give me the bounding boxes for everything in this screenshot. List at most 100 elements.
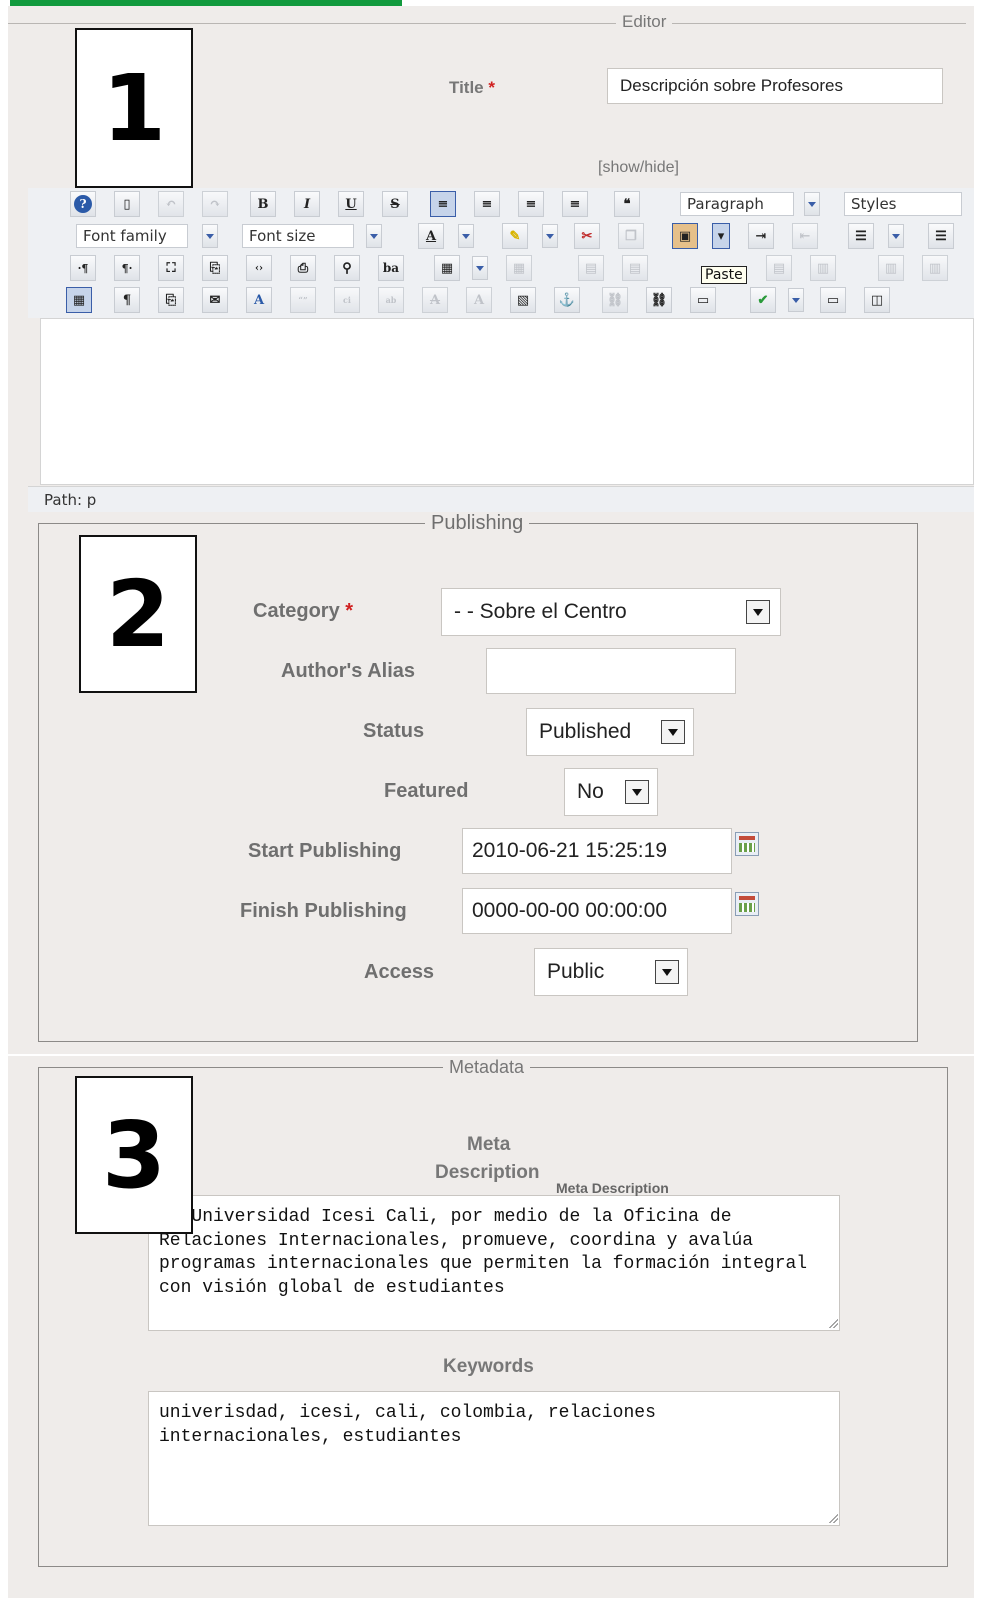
insert-table-icon[interactable]: ▦ bbox=[434, 255, 460, 281]
highlight-dropdown-arrow[interactable] bbox=[542, 224, 558, 248]
featured-select[interactable]: No bbox=[564, 768, 658, 816]
show-blocks-icon[interactable]: ¶ bbox=[114, 287, 140, 313]
keywords-resize-grip[interactable] bbox=[828, 1513, 838, 1523]
spellcheck-abc-icon[interactable]: ba bbox=[378, 255, 404, 281]
new-document-icon[interactable]: ▯ bbox=[114, 191, 140, 217]
visual-aid-icon[interactable]: ▦ bbox=[66, 287, 92, 313]
font-size-select[interactable]: Font size bbox=[242, 224, 354, 248]
hr-icon[interactable]: ▭ bbox=[820, 287, 846, 313]
insert-file-icon[interactable]: ⎘ bbox=[158, 287, 184, 313]
bold-icon[interactable]: B bbox=[250, 191, 276, 217]
print-icon[interactable]: ⎙ bbox=[290, 255, 316, 281]
italic-icon[interactable]: I bbox=[294, 191, 320, 217]
quote-icon[interactable]: “” bbox=[290, 287, 316, 313]
cite-icon[interactable]: ci bbox=[334, 287, 360, 313]
insert-link-icon[interactable]: ⛓ bbox=[646, 287, 672, 313]
delete-row-icon[interactable]: ▤ bbox=[766, 255, 792, 281]
font-color-icon[interactable]: A bbox=[418, 223, 444, 249]
meta-description-textarea[interactable]: La Universidad Icesi Cali, por medio de … bbox=[148, 1195, 840, 1331]
align-right-icon[interactable]: ≡ bbox=[562, 191, 588, 217]
section-number-3-overlay: 3 bbox=[75, 1076, 193, 1234]
title-input[interactable]: Descripción sobre Profesores bbox=[607, 68, 943, 104]
insert-anchor-icon[interactable]: ⚓ bbox=[554, 287, 580, 313]
path-value[interactable]: p bbox=[87, 491, 97, 509]
paste-options-icon[interactable]: ▾ bbox=[712, 223, 730, 249]
keywords-label: Keywords bbox=[443, 1356, 534, 1377]
remove-format-icon[interactable]: A bbox=[422, 287, 448, 313]
template-icon[interactable]: ⎘ bbox=[202, 255, 228, 281]
table-dropdown-arrow[interactable] bbox=[472, 256, 488, 280]
spellcheck-icon[interactable]: ✔ bbox=[750, 287, 776, 313]
start-publishing-calendar-icon[interactable] bbox=[735, 832, 759, 856]
strikethrough-icon[interactable]: S bbox=[382, 191, 408, 217]
finish-publishing-calendar-icon[interactable] bbox=[735, 892, 759, 916]
meta-description-label-line2: Description bbox=[435, 1162, 540, 1183]
category-dropdown-arrow[interactable] bbox=[746, 600, 770, 624]
highlight-icon[interactable]: ✎ bbox=[502, 223, 528, 249]
abbr-icon[interactable]: ab bbox=[378, 287, 404, 313]
meta-description-resize-grip[interactable] bbox=[828, 1318, 838, 1328]
editor-section: Editor 1 Title * Descripción sobre Profe… bbox=[8, 6, 974, 512]
fullscreen-icon[interactable]: ⛶ bbox=[158, 255, 184, 281]
spellcheck-dropdown-arrow[interactable] bbox=[788, 288, 804, 312]
underline-icon[interactable]: U bbox=[338, 191, 364, 217]
font-size-dropdown-arrow[interactable] bbox=[366, 224, 382, 248]
status-select[interactable]: Published bbox=[526, 708, 694, 756]
undo-icon[interactable]: ↶ bbox=[158, 191, 184, 217]
help-icon[interactable]: ? bbox=[70, 191, 96, 217]
table-props-icon[interactable]: ▦ bbox=[506, 255, 532, 281]
access-select[interactable]: Public bbox=[534, 948, 688, 996]
authors-alias-input[interactable] bbox=[486, 648, 736, 694]
access-label: Access bbox=[364, 961, 435, 983]
category-select-value: - - Sobre el Centro bbox=[454, 600, 627, 623]
cut-icon[interactable]: ✂ bbox=[574, 223, 600, 249]
category-select[interactable]: - - Sobre el Centro bbox=[441, 588, 781, 636]
font-family-select[interactable]: Font family bbox=[76, 224, 188, 248]
category-label: Category * bbox=[253, 600, 353, 623]
align-center-icon[interactable]: ≡ bbox=[474, 191, 500, 217]
font-color-dropdown-arrow[interactable] bbox=[458, 224, 474, 248]
keywords-textarea[interactable]: univerisdad, icesi, cali, colombia, rela… bbox=[148, 1391, 840, 1526]
code-icon[interactable]: ‹› bbox=[246, 255, 272, 281]
insert-image-icon[interactable]: ▧ bbox=[510, 287, 536, 313]
ordered-list-dropdown-arrow[interactable] bbox=[888, 224, 904, 248]
search-replace-icon[interactable]: ⚲ bbox=[334, 255, 360, 281]
outdent-icon[interactable]: ⇤ bbox=[792, 223, 818, 249]
meta-description-tooltip: Meta Description bbox=[556, 1180, 669, 1196]
align-left-icon[interactable]: ≡ bbox=[518, 191, 544, 217]
strike-format-icon[interactable]: A bbox=[466, 287, 492, 313]
paste-icon[interactable]: ▣ bbox=[672, 223, 698, 249]
col-before-icon[interactable]: ▥ bbox=[878, 255, 904, 281]
pagebreak-icon[interactable]: ◫ bbox=[864, 287, 890, 313]
finish-publishing-input[interactable]: 0000-00-00 00:00:00 bbox=[462, 888, 732, 934]
paragraph-select[interactable]: Paragraph bbox=[680, 192, 794, 216]
char-map-icon[interactable]: A bbox=[246, 287, 272, 313]
status-dropdown-arrow[interactable] bbox=[661, 720, 685, 744]
redo-icon[interactable]: ↷ bbox=[202, 191, 228, 217]
show-hide-link[interactable]: [show/hide] bbox=[598, 159, 679, 177]
copy-icon[interactable]: ❐ bbox=[618, 223, 644, 249]
access-dropdown-arrow[interactable] bbox=[655, 960, 679, 984]
font-family-dropdown-arrow[interactable] bbox=[202, 224, 218, 248]
col-after-icon[interactable]: ▥ bbox=[922, 255, 948, 281]
split-cell-icon[interactable]: ▥ bbox=[810, 255, 836, 281]
editor-content-area[interactable] bbox=[40, 318, 974, 485]
insert-email-icon[interactable]: ✉ bbox=[202, 287, 228, 313]
styles-select[interactable]: Styles bbox=[844, 192, 962, 216]
section-number-1: 1 bbox=[75, 28, 193, 188]
rtl-icon[interactable]: ¶· bbox=[114, 255, 140, 281]
align-justify-icon[interactable]: ≡ bbox=[430, 191, 456, 217]
unordered-list-icon[interactable]: ☰ bbox=[928, 223, 954, 249]
featured-dropdown-arrow[interactable] bbox=[625, 780, 649, 804]
row-after-icon[interactable]: ▤ bbox=[622, 255, 648, 281]
row-before-icon[interactable]: ▤ bbox=[578, 255, 604, 281]
paragraph-dropdown-arrow[interactable] bbox=[804, 192, 820, 216]
start-publishing-input[interactable]: 2010-06-21 15:25:19 bbox=[462, 828, 732, 874]
indent-icon[interactable]: ⇥ bbox=[748, 223, 774, 249]
unlink-icon[interactable]: ⛓ bbox=[602, 287, 628, 313]
ltr-icon[interactable]: ·¶ bbox=[70, 255, 96, 281]
editor-path-bar: Path: p bbox=[28, 486, 974, 512]
blockquote-icon[interactable]: ❝ bbox=[614, 191, 640, 217]
insert-media-icon[interactable]: ▭ bbox=[690, 287, 716, 313]
ordered-list-icon[interactable]: ☰ bbox=[848, 223, 874, 249]
